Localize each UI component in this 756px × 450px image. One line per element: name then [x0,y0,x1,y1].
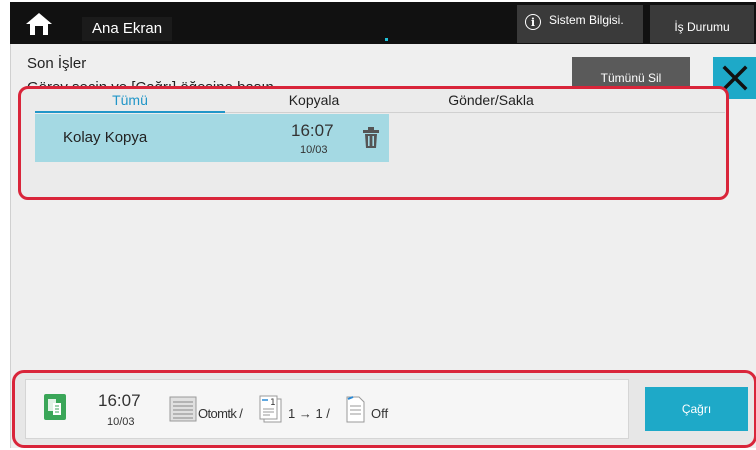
close-icon [722,65,748,91]
trash-icon[interactable] [361,126,381,150]
job-status-button[interactable]: İş Durumu [650,5,754,43]
svg-text:1: 1 [270,398,276,408]
staple-setting: Off [371,406,389,421]
job-tabs: Tümü Kopyala Gönder/Sakla [21,89,726,113]
tab-send-store[interactable]: Gönder/Sakla [401,92,581,108]
system-info-button[interactable]: i Sistem Bilgisi. [517,5,643,43]
tab-all[interactable]: Tümü [35,92,225,108]
home-icon [26,13,52,35]
job-status-label: İş Durumu [674,20,730,34]
selected-job-time: 16:07 [98,391,141,410]
recent-jobs-panel: Son İşler Görev seçin ve [Çağrı] öğesine… [10,44,756,448]
info-icon: i [525,14,541,30]
selected-job-date: 10/03 [107,416,135,428]
active-tab-indicator [35,111,225,113]
staple-icon [346,396,365,423]
delete-all-label: Tümünü Sil [600,71,662,85]
job-time: 16:07 [291,121,334,140]
home-screen-label: Ana Ekran [82,17,173,41]
home-button[interactable] [16,6,62,42]
duplex-icon: 1 [259,395,282,423]
selected-job-bar: 16:07 10/03 Otomtk / 1 1 → 1 / Off Çağrı [12,370,756,448]
copy-job-icon [44,394,66,420]
panel-title: Son İşler [27,55,87,72]
job-date: 10/03 [300,144,328,156]
top-bar: Ana Ekran i Sistem Bilgisi. İş Durumu [10,2,756,44]
selected-job-summary: 16:07 10/03 Otomtk / 1 1 → 1 / Off [25,379,629,439]
recall-button[interactable]: Çağrı [645,387,748,431]
paper-tray-icon [169,396,197,422]
paper-setting: Otomtk / [198,406,243,421]
system-info-label: Sistem Bilgisi. [549,13,624,27]
job-name: Kolay Kopya [63,129,148,146]
tab-copy[interactable]: Kopyala [239,92,389,108]
job-row[interactable]: Kolay Kopya 16:07 10/03 [35,114,389,162]
indicator-dot [385,38,388,41]
recall-label: Çağrı [681,402,712,416]
job-list: Tümü Kopyala Gönder/Sakla Kolay Kopya 16… [18,86,729,200]
sides-setting: 1 → 1 / [288,406,330,421]
